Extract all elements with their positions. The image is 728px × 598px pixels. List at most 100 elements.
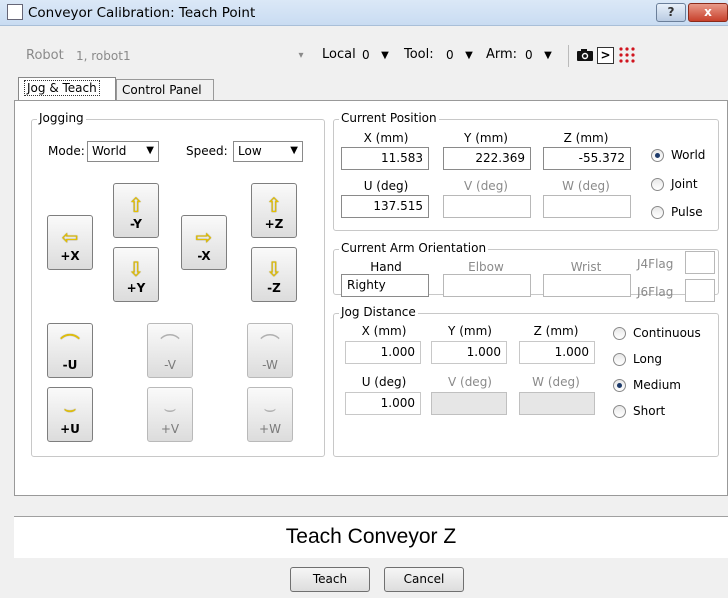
arrow-up-icon: ⇧ [127,193,145,217]
tool-value[interactable]: 0 [446,48,454,62]
jog-neg-y-button[interactable]: ⇧ -Y [113,183,159,238]
dist-w-header: W (deg) [532,375,580,389]
execute-icon[interactable]: > [597,47,614,64]
jog-neg-z-label: -Z [267,281,281,295]
pos-y-field: 222.369 [443,147,531,170]
arrow-up-icon: ⇧ [265,193,283,217]
local-value[interactable]: 0 [362,48,370,62]
jog-pos-z-label: +Z [264,217,284,231]
speed-select[interactable]: Low ▼ [233,141,303,162]
radio-joint-label[interactable]: Joint [671,177,698,191]
robot-dropdown-icon[interactable]: ▾ [293,48,309,64]
arm-orientation-title: Current Arm Orientation [339,241,489,255]
rotate-ccw-icon: ⌒ [260,332,280,356]
close-button[interactable]: x [688,3,728,22]
arrow-down-icon: ⇩ [127,257,145,281]
dist-x-field[interactable]: 1.000 [345,341,421,364]
jog-neg-x-label: -X [197,249,211,263]
radio-pulse-label[interactable]: Pulse [671,205,703,219]
dist-z-field[interactable]: 1.000 [519,341,595,364]
rotate-ccw-icon: ⌒ [160,332,180,356]
jog-neg-w-label: -W [262,358,278,372]
dist-z-header: Z (mm) [533,324,579,338]
app-icon [7,4,23,20]
dist-u-header: U (deg) [361,375,407,389]
jog-pos-u-button[interactable]: ⌣ +U [47,387,93,442]
radio-joint[interactable] [651,178,664,191]
window-title: Conveyor Calibration: Teach Point [28,5,256,21]
dist-y-header: Y (mm) [448,324,492,338]
arm-value[interactable]: 0 [525,48,533,62]
pos-z-field: -55.372 [543,147,631,170]
radio-short-label[interactable]: Short [633,404,665,418]
robot-label: Robot [26,48,64,63]
arrow-down-icon: ⇩ [265,257,283,281]
io-grid-icon[interactable] [618,46,636,64]
pos-z-header: Z (mm) [563,131,609,145]
arrow-right-icon: ⇨ [195,225,213,249]
jog-pos-w-button[interactable]: ⌣ +W [247,387,293,442]
teach-button[interactable]: Teach [290,567,370,592]
jog-distance-title: Jog Distance [339,305,418,319]
dist-w-field [519,392,595,415]
pos-v-header: V (deg) [463,179,508,193]
j6flag-field [685,279,715,302]
radio-medium-label[interactable]: Medium [633,378,681,392]
mode-select[interactable]: World ▼ [87,141,159,162]
jog-neg-y-label: -Y [130,217,142,231]
jog-neg-v-label: -V [164,358,176,372]
dist-u-field[interactable]: 1.000 [345,392,421,415]
radio-world[interactable] [651,149,664,162]
mode-dropdown-icon: ▼ [146,145,154,156]
jog-pos-v-button[interactable]: ⌣ +V [147,387,193,442]
pos-w-header: W (deg) [562,179,610,193]
wrist-field [543,274,631,297]
jog-neg-v-button[interactable]: ⌒ -V [147,323,193,378]
tab-jog-teach[interactable]: Jog & Teach [18,77,116,101]
radio-world-label[interactable]: World [671,148,705,162]
radio-pulse[interactable] [651,206,664,219]
radio-long-label[interactable]: Long [633,352,662,366]
hand-field: Righty [341,274,429,297]
camera-icon[interactable] [576,47,594,63]
arm-label: Arm: [486,47,518,62]
rotate-cw-icon: ⌣ [163,396,177,420]
local-dropdown-icon[interactable]: ▼ [377,48,393,64]
speed-dropdown-icon: ▼ [290,145,298,156]
jog-pos-y-button[interactable]: ⇩ +Y [113,247,159,302]
radio-long[interactable] [613,353,626,366]
mode-label: Mode: [48,144,85,158]
jog-pos-z-button[interactable]: ⇧ +Z [251,183,297,238]
hand-header: Hand [370,260,402,274]
dist-y-field[interactable]: 1.000 [431,341,507,364]
robot-value[interactable]: 1, robot1 [76,49,131,63]
instruction-banner: Teach Conveyor Z [14,516,728,558]
arm-dropdown-icon[interactable]: ▼ [540,48,556,64]
j6flag-label: J6Flag [637,285,674,299]
radio-continuous[interactable] [613,327,626,340]
jog-neg-z-button[interactable]: ⇩ -Z [251,247,297,302]
radio-continuous-label[interactable]: Continuous [633,326,701,340]
jog-pos-x-button[interactable]: ⇦ +X [47,215,93,270]
elbow-field [443,274,531,297]
jog-neg-w-button[interactable]: ⌒ -W [247,323,293,378]
jog-neg-x-button[interactable]: ⇨ -X [181,215,227,270]
mode-value: World [92,144,127,158]
robot-toolbar: Robot 1, robot1 ▾ Local 0 ▼ Tool: 0 ▼ Ar… [0,27,728,67]
radio-medium[interactable] [613,379,626,392]
j4flag-field [685,251,715,274]
jog-pos-w-label: +W [259,422,281,436]
j4flag-label: J4Flag [637,257,674,271]
radio-short[interactable] [613,405,626,418]
tool-dropdown-icon[interactable]: ▼ [461,48,477,64]
cancel-button[interactable]: Cancel [384,567,464,592]
tab-control-panel[interactable]: Control Panel [116,79,214,101]
jog-neg-u-button[interactable]: ⌒ -U [47,323,93,378]
tab-control-panel-label: Control Panel [122,83,202,97]
help-button[interactable]: ? [656,3,686,22]
elbow-header: Elbow [468,260,504,274]
current-position-title: Current Position [339,111,439,125]
wrist-header: Wrist [570,260,602,274]
pos-v-field [443,195,531,218]
pos-y-header: Y (mm) [464,131,508,145]
